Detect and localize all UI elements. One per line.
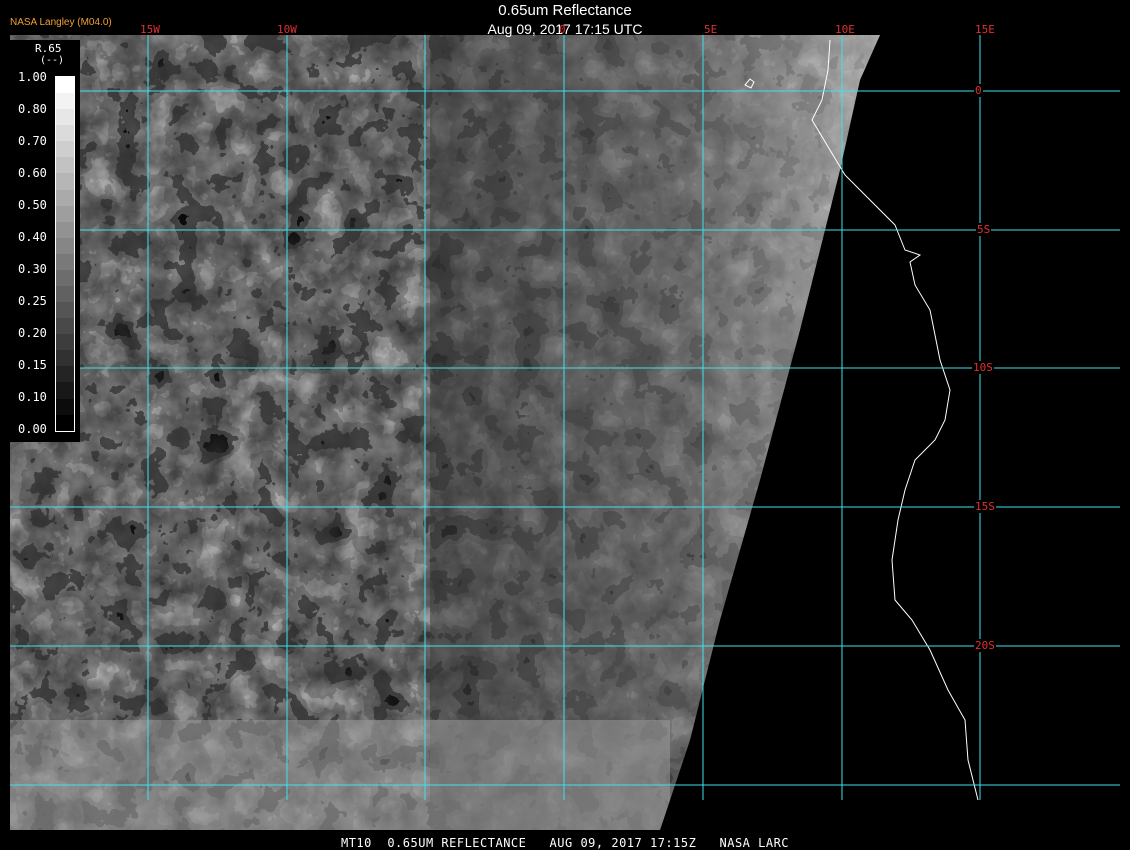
lon-label-15w: 15W: [140, 23, 160, 36]
legend-color-step: [56, 398, 74, 415]
lat-label-20s: 20S: [974, 639, 996, 652]
legend-title: R.65: [35, 42, 62, 55]
color-legend: R.65 (--) 1.00 0.80 0.70 0.60 0.50 0.40 0.30 0.…: [10, 40, 80, 442]
lon-label-15e: 15E: [975, 23, 995, 36]
legend-color-step: [56, 286, 74, 303]
legend-unit: (--): [40, 55, 65, 66]
lon-label-5e: 5E: [704, 23, 718, 36]
legend-tick-label: 0.30: [18, 262, 47, 276]
legend-tick-label: 0.70: [18, 134, 47, 148]
legend-color-step: [56, 205, 74, 222]
credit-label: NASA Langley (M04.0): [10, 17, 112, 28]
image-title: 0.65um Reflectance: [498, 2, 632, 19]
legend-color-step: [56, 350, 74, 367]
legend-color-step: [56, 382, 74, 399]
lat-label-5s: 5S: [976, 223, 992, 236]
legend-tick-label: 0.50: [18, 198, 47, 212]
legend-color-step: [56, 109, 74, 126]
legend-color-bar: [55, 76, 75, 432]
footer-caption: MT10 0.65UM REFLECTANCE AUG 09, 2017 17:…: [340, 836, 790, 850]
legend-color-step: [56, 93, 74, 110]
legend-color-step: [56, 269, 74, 287]
legend-color-step: [56, 366, 74, 383]
lon-label-10w: 10W: [277, 23, 297, 36]
legend-tick-label: 0.10: [18, 390, 47, 404]
legend-color-step: [56, 125, 74, 142]
legend-tick-label: 0.15: [18, 358, 47, 372]
legend-tick-label: 0.60: [18, 166, 47, 180]
legend-tick-label: 1.00: [18, 70, 47, 84]
legend-color-step: [56, 77, 74, 94]
earth-imagery: [10, 35, 880, 830]
legend-color-step: [56, 221, 74, 238]
satellite-image-viewer: 0.65um Reflectance Aug 09, 2017 17:15 UT…: [0, 0, 1130, 850]
legend-color-step: [56, 414, 74, 431]
lat-label-10s: 10S: [972, 361, 994, 374]
lon-label-10e: 10E: [835, 23, 855, 36]
legend-color-step: [56, 157, 74, 174]
legend-color-step: [56, 189, 74, 206]
reflectance-map: [10, 35, 1120, 830]
legend-tick-label: 0.40: [18, 230, 47, 244]
legend-color-step: [56, 237, 74, 254]
lat-label-15s: 15S: [974, 500, 996, 513]
legend-color-step: [56, 173, 74, 190]
legend-color-step: [56, 141, 74, 158]
legend-color-step: [56, 302, 74, 319]
legend-tick-label: 0.00: [18, 422, 47, 436]
lon-label-0: 0: [559, 23, 566, 36]
legend-color-step: [56, 318, 74, 335]
lat-label-0: 0: [974, 84, 983, 97]
legend-tick-label: 0.25: [18, 294, 47, 308]
legend-tick-label: 0.20: [18, 326, 47, 340]
legend-color-step: [56, 334, 74, 351]
legend-color-step: [56, 253, 74, 270]
legend-tick-label: 0.80: [18, 102, 47, 116]
